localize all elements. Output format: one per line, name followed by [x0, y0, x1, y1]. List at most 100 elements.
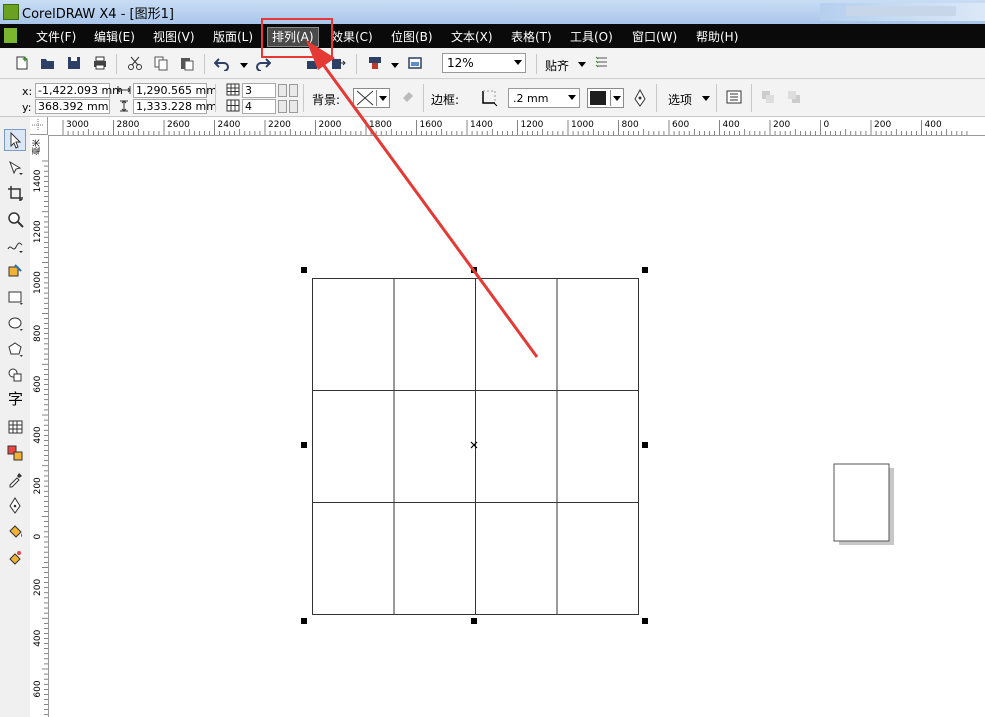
ruler-top-label: 1600	[420, 120, 443, 130]
x-position-field[interactable]: -1,422.093 mm	[35, 83, 123, 98]
ruler-left-label: 1400	[33, 169, 43, 192]
edit-fill-icon[interactable]	[400, 89, 416, 105]
ruler-top-label: 1800	[369, 120, 392, 130]
vertical-ruler[interactable]: 1400 1200 1000 800 600 400 200 0 200 400 600 毫米	[30, 135, 49, 717]
pick-tool-icon[interactable]	[4, 129, 26, 151]
handle-middle-left[interactable]	[301, 442, 307, 448]
interactive-fill-icon[interactable]	[7, 549, 24, 566]
columns-spinner[interactable]	[278, 100, 287, 113]
crop-tool-icon[interactable]	[7, 185, 24, 202]
menu-bitmaps[interactable]: 位图(B)	[391, 28, 433, 45]
border-color-picker[interactable]	[587, 88, 624, 108]
zoom-tool-icon[interactable]	[7, 211, 24, 228]
table-columns-field[interactable]: 4	[242, 99, 276, 114]
menu-help[interactable]: 帮助(H)	[696, 28, 738, 45]
menu-edit[interactable]: 编辑(E)	[94, 28, 135, 45]
send-backward-icon[interactable]	[786, 89, 802, 105]
menu-text[interactable]: 文本(X)	[451, 28, 493, 45]
outline-pen-icon[interactable]	[633, 89, 647, 107]
y-position-field[interactable]: 368.392 mm	[35, 99, 110, 114]
smart-fill-icon[interactable]	[7, 263, 24, 280]
welcome-icon[interactable]	[407, 55, 423, 71]
ruler-top-label: 1200	[521, 120, 544, 130]
handle-middle-right[interactable]	[642, 442, 648, 448]
ruler-top-label: 0	[824, 120, 830, 130]
paste-icon[interactable]	[179, 55, 195, 71]
cut-icon[interactable]	[127, 55, 143, 71]
handle-top-right[interactable]	[642, 267, 648, 273]
ruler-left-label: 0	[33, 533, 43, 539]
interactive-blend-icon[interactable]	[7, 445, 24, 462]
ruler-top-label: 600	[672, 120, 689, 130]
ruler-top-label: 200	[773, 120, 790, 130]
handle-bottom-left[interactable]	[301, 618, 307, 624]
bring-forward-icon[interactable]	[760, 89, 776, 105]
menu-layout[interactable]: 版面(L)	[213, 28, 253, 45]
polygon-tool-icon[interactable]	[7, 341, 24, 358]
menu-table[interactable]: 表格(T)	[511, 28, 552, 45]
border-select-icon[interactable]	[480, 89, 500, 107]
columns-spinner-alt[interactable]	[289, 100, 298, 113]
handle-bottom-center[interactable]	[471, 618, 477, 624]
rows-spinner[interactable]	[278, 84, 287, 97]
height-icon	[120, 100, 128, 112]
ruler-origin-icon[interactable]	[30, 117, 48, 135]
document-icon[interactable]	[4, 28, 17, 43]
options-button[interactable]: 选项	[668, 91, 692, 108]
height-field[interactable]: 1,333.228 mm	[133, 99, 217, 114]
page-border[interactable]	[833, 463, 890, 542]
drawing-canvas[interactable]	[49, 136, 985, 717]
ruler-left-label: 1000	[33, 271, 43, 294]
snap-to-button[interactable]: 贴齐	[545, 57, 569, 74]
ruler-top-label: 2800	[117, 120, 140, 130]
handle-bottom-right[interactable]	[642, 618, 648, 624]
table-tool-icon[interactable]	[7, 419, 24, 436]
save-icon[interactable]	[66, 55, 82, 71]
shape-tool-icon[interactable]	[7, 159, 24, 176]
ruler-left-label: 1200	[33, 220, 43, 243]
width-field[interactable]: 1,290.565 mm	[133, 83, 217, 98]
zoom-level-select[interactable]: 12%	[442, 53, 526, 73]
horizontal-ruler[interactable]: 3000 2800 2600 2400 2200 2000 1800 1600 1400 1200…	[30, 117, 985, 136]
ruler-top-label: 2400	[218, 120, 241, 130]
open-icon[interactable]	[40, 55, 56, 71]
chevron-down-icon	[613, 96, 621, 101]
ruler-top-label: 800	[622, 120, 639, 130]
table-rows-field[interactable]: 3	[242, 83, 276, 98]
menu-window[interactable]: 窗口(W)	[632, 28, 677, 45]
freehand-tool-icon[interactable]	[7, 237, 24, 254]
menu-effects[interactable]: 效果(C)	[331, 28, 373, 45]
ellipse-tool-icon[interactable]	[7, 315, 24, 332]
new-icon[interactable]	[14, 55, 30, 71]
launcher-icon[interactable]	[367, 55, 383, 71]
rows-icon	[226, 83, 240, 96]
columns-icon	[226, 99, 240, 112]
selection-handles[interactable]	[301, 267, 648, 624]
basic-shapes-icon[interactable]	[7, 367, 24, 384]
text-tool-icon[interactable]: 字	[7, 391, 24, 408]
handle-top-left[interactable]	[301, 267, 307, 273]
rows-spinner-alt[interactable]	[289, 84, 298, 97]
eyedropper-icon[interactable]	[7, 471, 24, 488]
ruler-top-label: 200	[874, 120, 891, 130]
print-icon[interactable]	[92, 55, 108, 71]
chevron-down-icon	[379, 96, 387, 101]
menu-file[interactable]: 文件(F)	[36, 28, 76, 45]
ruler-top-label: 400	[723, 120, 740, 130]
menu-bar: 文件(F) 编辑(E) 视图(V) 版面(L) 排列(A) 效果(C) 位图(B…	[0, 24, 985, 48]
border-width-select[interactable]: .2 mm	[508, 88, 580, 108]
undo-icon[interactable]	[214, 55, 230, 71]
width-icon	[117, 86, 131, 94]
handle-top-center[interactable]	[471, 267, 477, 273]
window-title: CorelDRAW X4 - [图形1]	[22, 7, 174, 22]
ruler-top-label: 2600	[167, 120, 190, 130]
fill-tool-icon[interactable]	[7, 523, 24, 540]
copy-icon[interactable]	[153, 55, 169, 71]
menu-view[interactable]: 视图(V)	[153, 28, 195, 45]
background-color-picker[interactable]	[353, 88, 390, 108]
menu-tools[interactable]: 工具(O)	[570, 28, 613, 45]
wrap-text-icon[interactable]	[725, 89, 743, 105]
rectangle-tool-icon[interactable]	[7, 289, 24, 306]
snap-options-icon[interactable]	[594, 55, 610, 71]
outline-tool-icon[interactable]	[7, 497, 24, 514]
